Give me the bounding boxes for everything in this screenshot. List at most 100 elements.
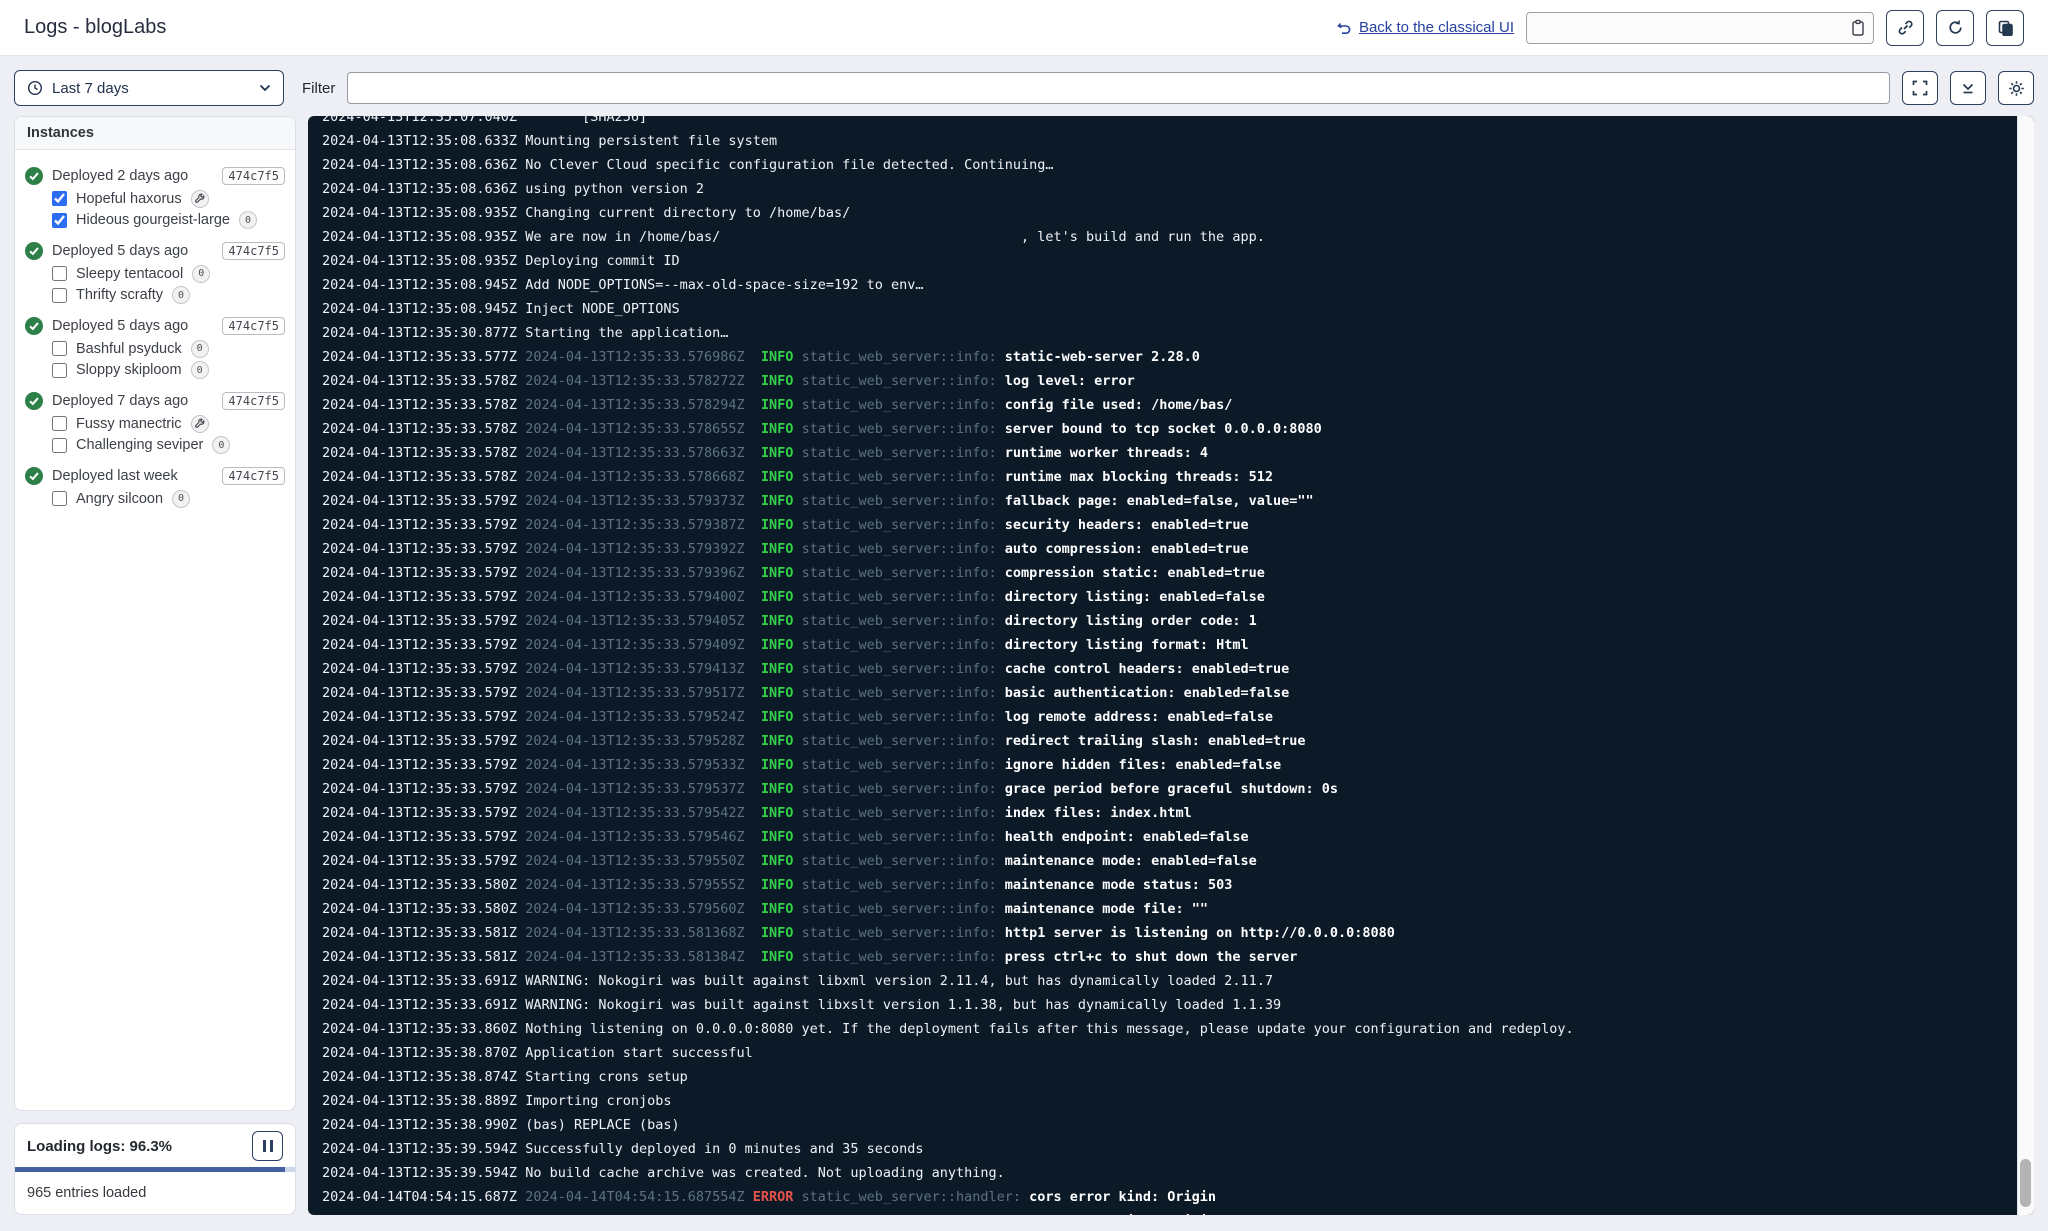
- instance-name: Sleepy tentacool: [76, 266, 183, 282]
- log-line: 2024-04-13T12:35:33.579Z 2024-04-13T12:3…: [322, 729, 2016, 753]
- instance-name: Thrifty scrafty: [76, 287, 163, 303]
- deployment-group: Deployed 5 days ago 474c7f5 Bashful psyd…: [25, 313, 285, 381]
- log-line: 2024-04-13T12:35:33.860Z Nothing listeni…: [322, 1017, 2016, 1041]
- instance-row[interactable]: Thrifty scrafty 0: [25, 285, 285, 307]
- instances-panel-title: Instances: [15, 117, 295, 150]
- instance-row[interactable]: Bashful psyduck 0: [25, 338, 285, 360]
- deployment-group-label: Deployed 2 days ago: [52, 168, 213, 184]
- scroll-to-bottom-button[interactable]: [1950, 71, 1986, 105]
- clipboard-icon[interactable]: [1850, 19, 1866, 37]
- copy-button[interactable]: [1986, 10, 2024, 46]
- log-line: 2024-04-13T12:35:33.581Z 2024-04-13T12:3…: [322, 921, 2016, 945]
- log-line: 2024-04-13T12:35:33.579Z 2024-04-13T12:3…: [322, 777, 2016, 801]
- log-line: 2024-04-13T12:35:33.579Z 2024-04-13T12:3…: [322, 753, 2016, 777]
- instance-checkbox[interactable]: [52, 341, 67, 356]
- refresh-button[interactable]: [1936, 10, 1974, 46]
- log-line: 2024-04-13T12:35:33.579Z 2024-04-13T12:3…: [322, 657, 2016, 681]
- deployment-success-check-icon: [25, 392, 43, 410]
- deployment-group: Deployed last week 474c7f5 Angry silcoon…: [25, 463, 285, 510]
- link-button[interactable]: [1886, 10, 1924, 46]
- log-scrollbar-track[interactable]: [2017, 116, 2034, 1215]
- instance-checkbox[interactable]: [52, 213, 67, 228]
- instance-name: Angry silcoon: [76, 491, 163, 507]
- instance-checkbox[interactable]: [52, 288, 67, 303]
- commit-hash-badge: 474c7f5: [222, 317, 285, 335]
- instance-checkbox[interactable]: [52, 416, 67, 431]
- instance-checkbox[interactable]: [52, 266, 67, 281]
- instances-panel: Instances Deployed 2 days ago 474c7f5 Ho…: [14, 116, 296, 1111]
- log-line: 2024-04-13T12:35:33.579Z 2024-04-13T12:3…: [322, 537, 2016, 561]
- instance-count-badge: 0: [212, 436, 230, 454]
- log-viewer: 2024-04-13T12:35:07.040Z ' [SHA256] '202…: [308, 116, 2034, 1215]
- filter-label: Filter: [302, 80, 335, 97]
- copy-icon: [1997, 19, 2014, 36]
- commit-hash-badge: 474c7f5: [222, 392, 285, 410]
- log-line: 2024-04-13T12:35:08.945Z Add NODE_OPTION…: [322, 273, 2016, 297]
- log-lines: 2024-04-13T12:35:07.040Z ' [SHA256] '202…: [322, 116, 2016, 1215]
- instance-row[interactable]: Angry silcoon 0: [25, 488, 285, 510]
- instance-row[interactable]: Hideous gourgeist-large 0: [25, 210, 285, 232]
- instance-row[interactable]: Fussy manectric: [25, 413, 285, 435]
- refresh-icon: [1947, 19, 1964, 36]
- log-line: 2024-04-13T12:35:33.578Z 2024-04-13T12:3…: [322, 441, 2016, 465]
- log-line: 2024-04-13T12:35:33.580Z 2024-04-13T12:3…: [322, 897, 2016, 921]
- page-title: Logs - blogLabs: [24, 16, 166, 39]
- log-line: 2024-04-13T12:35:33.579Z 2024-04-13T12:3…: [322, 561, 2016, 585]
- log-line: 2024-04-13T12:35:30.877Z Starting the ap…: [322, 321, 2016, 345]
- log-scrollbar-thumb[interactable]: [2020, 1159, 2031, 1207]
- log-line: 2024-04-13T12:35:39.594Z Successfully de…: [322, 1137, 2016, 1161]
- fullscreen-button[interactable]: [1902, 71, 1938, 105]
- instance-checkbox[interactable]: [52, 363, 67, 378]
- link-icon: [1897, 19, 1914, 36]
- instance-name: Hideous gourgeist-large: [76, 212, 230, 228]
- log-line: 2024-04-13T12:35:33.580Z 2024-04-13T12:3…: [322, 873, 2016, 897]
- instance-checkbox[interactable]: [52, 491, 67, 506]
- log-line: 2024-04-14T04:54:15.687Z 2024-04-14T04:5…: [322, 1185, 2016, 1209]
- pause-icon: [263, 1140, 266, 1152]
- log-line: 2024-04-13T12:35:33.579Z 2024-04-13T12:3…: [322, 489, 2016, 513]
- instance-checkbox[interactable]: [52, 191, 67, 206]
- instance-name: Fussy manectric: [76, 416, 182, 432]
- log-line: 2024-04-13T12:35:08.945Z Inject NODE_OPT…: [322, 297, 2016, 321]
- log-line: 2024-04-13T12:35:33.578Z 2024-04-13T12:3…: [322, 417, 2016, 441]
- instance-checkbox[interactable]: [52, 438, 67, 453]
- instance-count-badge: [191, 415, 209, 433]
- loading-panel: Loading logs: 96.3% 965 entries loaded: [14, 1123, 296, 1215]
- deployment-group-label: Deployed 5 days ago: [52, 318, 213, 334]
- entries-loaded-label: 965 entries loaded: [15, 1172, 295, 1214]
- log-line: 2024-04-13T12:35:33.691Z WARNING: Nokogi…: [322, 969, 2016, 993]
- log-line: 2024-04-13T12:35:33.579Z 2024-04-13T12:3…: [322, 705, 2016, 729]
- instance-row[interactable]: Sloppy skiploom 0: [25, 360, 285, 382]
- logs-toolbar: Last 7 days Filter: [14, 70, 2034, 106]
- chevron-down-icon: [259, 84, 271, 92]
- back-to-classical-ui-link[interactable]: Back to the classical UI: [1336, 19, 1514, 36]
- log-line: 2024-04-13T12:35:08.935Z We are now in /…: [322, 225, 2016, 249]
- log-line: 2024-04-13T12:35:33.691Z WARNING: Nokogi…: [322, 993, 2016, 1017]
- date-range-value: Last 7 days: [52, 80, 250, 97]
- log-line: 2024-04-13T12:35:38.889Z Importing cronj…: [322, 1089, 2016, 1113]
- filter-input[interactable]: [347, 72, 1890, 104]
- log-line: 2024-04-13T12:35:33.579Z 2024-04-13T12:3…: [322, 609, 2016, 633]
- date-range-select[interactable]: Last 7 days: [14, 70, 284, 106]
- deployment-group-label: Deployed 7 days ago: [52, 393, 213, 409]
- instance-row[interactable]: Challenging seviper 0: [25, 435, 285, 457]
- instance-count-badge: 0: [192, 265, 210, 283]
- log-line: 2024-04-13T12:35:07.040Z ' [SHA256] ': [322, 116, 2016, 129]
- instance-groups: Deployed 2 days ago 474c7f5 Hopeful haxo…: [15, 150, 295, 1110]
- header-input[interactable]: [1526, 12, 1874, 44]
- log-line: 2024-04-13T12:35:33.579Z 2024-04-13T12:3…: [322, 681, 2016, 705]
- undo-arrow-icon: [1336, 20, 1352, 36]
- instance-name: Hopeful haxorus: [76, 191, 182, 207]
- log-scroll-area[interactable]: 2024-04-13T12:35:07.040Z ' [SHA256] '202…: [308, 116, 2016, 1215]
- pause-loading-button[interactable]: [252, 1131, 283, 1161]
- instance-row[interactable]: Hopeful haxorus: [25, 188, 285, 210]
- settings-button[interactable]: [1998, 71, 2034, 105]
- log-line: 2024-04-13T12:35:08.935Z Changing curren…: [322, 201, 2016, 225]
- log-line: 2024-04-13T12:35:08.633Z Mounting persis…: [322, 129, 2016, 153]
- log-line: 2024-04-13T12:35:38.870Z Application sta…: [322, 1041, 2016, 1065]
- instance-row[interactable]: Sleepy tentacool 0: [25, 263, 285, 285]
- instance-name: Bashful psyduck: [76, 341, 182, 357]
- log-line: 2024-04-13T12:35:33.578Z 2024-04-13T12:3…: [322, 465, 2016, 489]
- deployment-success-check-icon: [25, 242, 43, 260]
- log-line: 2024-04-13T12:35:33.579Z 2024-04-13T12:3…: [322, 801, 2016, 825]
